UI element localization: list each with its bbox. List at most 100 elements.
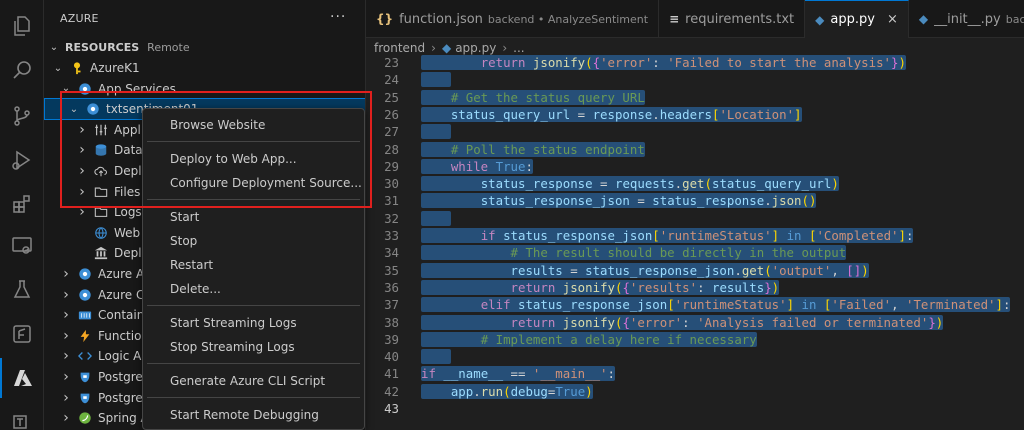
azure-icon[interactable]	[0, 358, 44, 398]
menu-item-configure-deployment-source[interactable]: Configure Deployment Source...	[143, 171, 364, 195]
search-icon[interactable]	[0, 50, 44, 90]
menu-item-restart[interactable]: Restart	[143, 253, 364, 277]
code-token: True	[555, 383, 586, 399]
code-line[interactable]: 24	[366, 72, 1024, 89]
code-line[interactable]: 43	[366, 401, 1024, 418]
code-line[interactable]: 32	[366, 210, 1024, 228]
file-type-icon: ◆	[815, 12, 825, 27]
explorer-icon[interactable]	[0, 6, 44, 46]
chevron-right-icon[interactable]: ›	[76, 163, 88, 179]
tree-item[interactable]: ⌄ App Services	[44, 78, 365, 100]
resources-section-header[interactable]: ⌄ RESOURCES Remote	[44, 36, 365, 58]
close-icon[interactable]: ×	[887, 12, 898, 27]
source-control-icon[interactable]	[0, 96, 44, 136]
code-token: return	[510, 314, 556, 330]
extensions-icon[interactable]	[0, 184, 44, 224]
chevron-down-icon[interactable]: ⌄	[52, 63, 64, 74]
tree-item[interactable]: ⌄ AzureK1	[44, 57, 365, 79]
menu-item-browse-website[interactable]: Browse Website	[143, 113, 364, 137]
chevron-right-icon[interactable]: ›	[60, 369, 72, 385]
tab-app-py[interactable]: ◆ app.py ×	[805, 0, 909, 38]
chevron-right-icon[interactable]: ›	[76, 184, 88, 200]
menu-item-start-remote-debugging[interactable]: Start Remote Debugging	[143, 403, 364, 427]
code-line[interactable]: 29 while True:	[366, 158, 1024, 176]
chevron-down-icon[interactable]: ⌄	[68, 104, 80, 115]
code-token: '__main__'	[532, 366, 608, 382]
more-actions-icon[interactable]: ···	[330, 9, 346, 25]
chevron-down-icon[interactable]: ⌄	[60, 83, 72, 94]
activity-bar	[0, 0, 44, 430]
code-line[interactable]: 28 # Poll the status endpoint	[366, 141, 1024, 159]
code-text: return jsonify({'error': 'Failed to star…	[421, 55, 906, 70]
menu-item-stop-streaming-logs[interactable]: Stop Streaming Logs	[143, 335, 364, 359]
code-token: app	[450, 383, 474, 399]
code-token: =	[629, 193, 653, 209]
code-line[interactable]: 34 # The result should be directly in th…	[366, 245, 1024, 262]
code-line[interactable]: 23 return jsonify({'error': 'Failed to s…	[366, 55, 1024, 72]
code-line[interactable]: 30 status_response = requests.get(status…	[366, 176, 1024, 193]
code-line[interactable]: 35 results = status_response_json.get('o…	[366, 262, 1024, 280]
chevron-right-icon[interactable]: ›	[60, 410, 72, 426]
chevron-right-icon[interactable]: ›	[76, 122, 88, 138]
tab-function-json[interactable]: {} function.json backend • AnalyzeSentimen…	[366, 0, 660, 38]
chevron-right-icon[interactable]: ›	[60, 390, 72, 406]
code-token: status_response_json	[503, 228, 653, 243]
chevron-right-icon[interactable]: ›	[60, 328, 72, 344]
menu-item-start[interactable]: Start	[143, 205, 364, 229]
code-line[interactable]: 25 # Get the status query URL	[366, 89, 1024, 107]
chevron-right-icon[interactable]: ›	[60, 287, 72, 303]
breadcrumb-folder[interactable]: frontend	[374, 41, 425, 55]
code-token: json	[771, 193, 802, 209]
code-line[interactable]: 38 return jsonify({'error': 'Analysis fa…	[366, 314, 1024, 332]
code-token: status_query_url	[712, 176, 832, 192]
code-line[interactable]: 26 status_query_url = response.headers['…	[366, 106, 1024, 124]
code-token: # Implement a delay here if necessary	[480, 331, 757, 347]
menu-item-generate-azure-cli-script[interactable]: Generate Azure CLI Script	[143, 369, 364, 393]
teams-toolkit-icon[interactable]	[0, 402, 44, 430]
chevron-right-icon[interactable]: ›	[60, 348, 72, 364]
remote-explorer-icon[interactable]	[0, 226, 44, 266]
code-line[interactable]: 33 if status_response_json['runtimeStatu…	[366, 228, 1024, 245]
code-line[interactable]: 40	[366, 349, 1024, 366]
code-token: return	[480, 55, 526, 70]
menu-item-stop[interactable]: Stop	[143, 229, 364, 253]
menu-separator	[147, 305, 360, 306]
azure-functions-icon[interactable]	[0, 314, 44, 354]
line-number: 28	[384, 141, 399, 157]
section-badge: Remote	[147, 40, 190, 54]
tab-init-py[interactable]: ◆ __init__.py backend	[909, 0, 1024, 38]
code-line[interactable]: 41 if __name__ == '__main__':	[366, 366, 1024, 383]
testing-icon[interactable]	[0, 270, 44, 310]
menu-item-delete[interactable]: Delete...	[143, 277, 364, 301]
chevron-right-icon[interactable]: ›	[60, 307, 72, 323]
line-number: 43	[384, 401, 399, 416]
tree-item-label: Logs	[114, 205, 142, 220]
code-token: :	[607, 366, 615, 382]
chevron-right-icon[interactable]: ›	[76, 142, 88, 158]
postgres-icon	[77, 369, 93, 385]
breadcrumb-symbol[interactable]: ...	[513, 41, 524, 55]
code-line[interactable]: 31 status_response_json = status_respons…	[366, 193, 1024, 210]
code-token: :	[652, 55, 668, 70]
code-token: headers	[659, 106, 712, 122]
run-debug-icon[interactable]	[0, 140, 44, 180]
code-token: status_response_json	[518, 297, 668, 313]
code-token: {	[622, 279, 630, 295]
chevron-right-icon[interactable]: ›	[60, 266, 72, 282]
tab-requirements-txt[interactable]: ≡ requirements.txt	[659, 0, 806, 38]
menu-item-deploy-to-web-app[interactable]: Deploy to Web App...	[143, 147, 364, 171]
code-token: 'Failed to start the analysis'	[667, 55, 892, 70]
code-line[interactable]: 27	[366, 124, 1024, 141]
code-line[interactable]: 39 # Implement a delay here if necessary	[366, 331, 1024, 349]
code-text: status_response = requests.get(status_qu…	[421, 176, 839, 192]
code-line[interactable]: 36 return jsonify({'results': results})	[366, 279, 1024, 297]
code-line[interactable]: 37 elif status_response_json['runtimeSta…	[366, 297, 1024, 314]
breadcrumb-file[interactable]: app.py	[455, 41, 496, 55]
code-line[interactable]: 42 app.run(debug=True)	[366, 383, 1024, 401]
menu-item-start-streaming-logs[interactable]: Start Streaming Logs	[143, 311, 364, 335]
chevron-right-icon[interactable]: ›	[76, 204, 88, 220]
